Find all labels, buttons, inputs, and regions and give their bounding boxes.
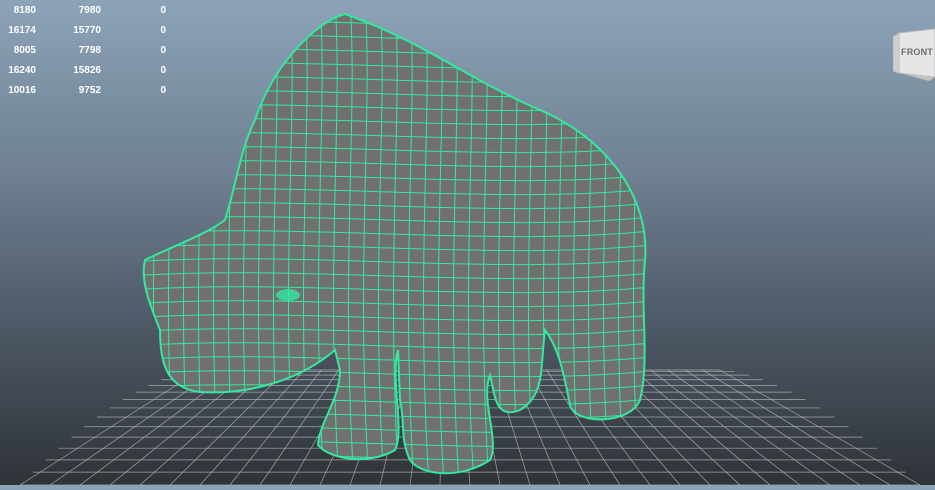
hud-value: 8180 bbox=[13, 4, 36, 16]
hud-row: 8005 7798 0 bbox=[0, 40, 180, 60]
hud-value: 0 bbox=[160, 44, 166, 56]
3d-viewport[interactable]: 8180 7980 0 16174 15770 0 8005 7798 0 16… bbox=[0, 0, 935, 486]
rhino-mesh[interactable] bbox=[130, 0, 660, 485]
poly-count-hud: 8180 7980 0 16174 15770 0 8005 7798 0 16… bbox=[0, 0, 180, 100]
hud-row: 10016 9752 0 bbox=[0, 80, 180, 100]
hud-value: 16240 bbox=[8, 64, 36, 76]
hud-value: 0 bbox=[160, 64, 166, 76]
hud-value: 7798 bbox=[78, 44, 101, 56]
view-cube-label: FRONT bbox=[901, 47, 933, 57]
hud-value: 15826 bbox=[73, 64, 101, 76]
view-cube[interactable]: FRONT bbox=[892, 27, 935, 83]
hud-value: 7980 bbox=[78, 4, 101, 16]
hud-value: 0 bbox=[160, 84, 166, 96]
hud-row: 16174 15770 0 bbox=[0, 20, 180, 40]
hud-row: 16240 15826 0 bbox=[0, 60, 180, 80]
hud-value: 16174 bbox=[8, 24, 36, 36]
hud-value: 15770 bbox=[73, 24, 101, 36]
hud-value: 9752 bbox=[78, 84, 101, 96]
hud-value: 8005 bbox=[13, 44, 36, 56]
hud-value: 0 bbox=[160, 24, 166, 36]
hud-value: 10016 bbox=[8, 84, 36, 96]
hud-value: 0 bbox=[160, 4, 166, 16]
hud-row: 8180 7980 0 bbox=[0, 0, 180, 20]
eye-highlight bbox=[276, 289, 300, 301]
